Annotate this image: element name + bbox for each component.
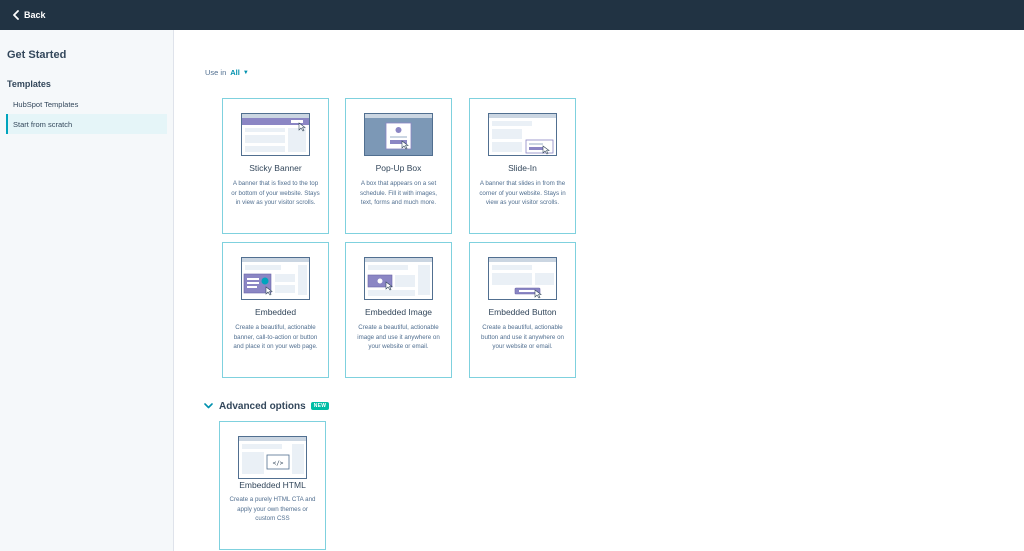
embedded-image-illustration — [364, 257, 433, 300]
advanced-options-toggle[interactable]: Advanced options NEW — [202, 400, 330, 412]
embedded-html-illustration: </> — [238, 436, 307, 479]
use-in-filter: Use in All ▼ — [205, 68, 249, 77]
embedded-illustration — [241, 257, 310, 300]
template-card-pop-up-box[interactable]: Pop-Up Box A box that appears on a set s… — [345, 98, 452, 234]
template-card-embedded-image[interactable]: Embedded Image Create a beautiful, actio… — [345, 242, 452, 378]
slide-in-illustration — [488, 113, 557, 156]
card-description: A banner that slides in from the corner … — [479, 180, 566, 207]
sidebar-item-label: HubSpot Templates — [13, 99, 79, 109]
card-title: Pop-Up Box — [375, 163, 422, 173]
template-card-embedded[interactable]: Embedded Create a beautiful, actionable … — [222, 242, 329, 378]
sidebar-title: Get Started — [7, 49, 67, 61]
chevron-down-icon — [202, 400, 214, 412]
template-card-sticky-banner[interactable]: Sticky Banner A banner that is fixed to … — [222, 98, 329, 234]
sidebar-item-hubspot-templates[interactable]: HubSpot Templates — [6, 94, 167, 114]
card-title: Embedded — [254, 307, 297, 317]
svg-text:</>: </> — [273, 460, 284, 467]
card-title: Sticky Banner — [249, 163, 302, 173]
card-description: Create a beautiful, actionable banner, c… — [233, 324, 318, 351]
sidebar-section-templates: Templates — [7, 79, 51, 89]
sidebar-item-label: Start from scratch — [13, 119, 73, 129]
card-description: A banner that is fixed to the top or bot… — [231, 180, 320, 207]
back-label: Back — [24, 10, 46, 20]
card-title: Slide-In — [508, 163, 537, 173]
template-card-embedded-html[interactable]: </> Embedded HTML Create a purely HTML C… — [219, 421, 326, 550]
caret-down-icon: ▼ — [242, 69, 249, 76]
use-in-dropdown[interactable]: All ▼ — [230, 68, 249, 77]
pop-up-box-illustration — [364, 113, 433, 156]
use-in-label: Use in — [205, 68, 227, 77]
sidebar-item-start-from-scratch[interactable]: Start from scratch — [6, 114, 167, 134]
card-title: Embedded HTML — [239, 480, 306, 490]
advanced-options-label: Advanced options — [219, 400, 306, 412]
card-description: Create a beautiful, actionable image and… — [357, 324, 440, 351]
sticky-banner-illustration — [241, 113, 310, 156]
back-button[interactable]: Back — [12, 10, 46, 20]
card-description: Create a purely HTML CTA and apply your … — [229, 496, 316, 523]
template-card-embedded-button[interactable]: Embedded Button Create a beautiful, acti… — [469, 242, 576, 378]
embedded-button-illustration — [488, 257, 557, 300]
card-title: Embedded Image — [364, 307, 433, 317]
sidebar: Get Started Templates HubSpot Templates … — [0, 30, 174, 551]
chevron-left-icon — [13, 10, 19, 20]
template-card-slide-in[interactable]: Slide-In A banner that slides in from th… — [469, 98, 576, 234]
card-description: A box that appears on a set schedule. Fi… — [359, 180, 438, 207]
new-badge: NEW — [310, 402, 330, 410]
use-in-value: All — [230, 68, 240, 77]
card-title: Embedded Button — [488, 307, 557, 317]
card-description: Create a beautiful, actionable button an… — [481, 324, 564, 351]
top-bar: Back — [0, 0, 1024, 30]
